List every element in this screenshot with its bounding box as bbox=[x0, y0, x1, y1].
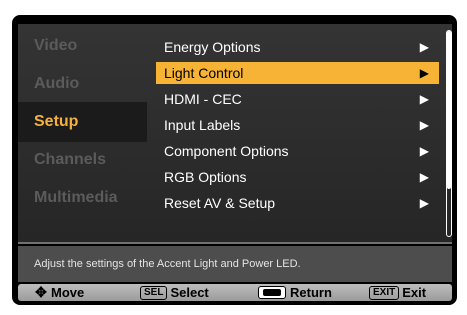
sidebar-item-label: Video bbox=[34, 37, 78, 54]
submenu-arrow-icon: ▶ bbox=[419, 40, 429, 54]
exit-label: Exit bbox=[402, 285, 427, 300]
sidebar-item-label: Setup bbox=[34, 113, 79, 130]
menu-item-label: Component Options bbox=[164, 143, 289, 159]
menu-panel: Video Audio Setup Channels Multimedia En… bbox=[18, 24, 452, 242]
legend-select: SEL Select bbox=[140, 284, 209, 301]
menu-item-label: Reset AV & Setup bbox=[164, 195, 276, 211]
legend-move: ✥ Move bbox=[34, 284, 84, 301]
menu-item-label: Input Labels bbox=[164, 117, 241, 133]
divider bbox=[18, 242, 452, 244]
submenu-arrow-icon: ▶ bbox=[419, 118, 429, 132]
category-sidebar: Video Audio Setup Channels Multimedia bbox=[18, 24, 147, 242]
move-label: Move bbox=[51, 285, 85, 300]
submenu-arrow-icon: ▶ bbox=[419, 66, 429, 80]
button-legend: ✥ Move SEL Select Return EXIT Exit bbox=[18, 284, 452, 301]
submenu-arrow-icon: ▶ bbox=[419, 92, 429, 106]
menu-item-energy-options[interactable]: Energy Options ▶ bbox=[156, 36, 439, 58]
return-key-icon bbox=[258, 286, 286, 300]
sidebar-item-label: Channels bbox=[34, 151, 107, 168]
legend-return: Return bbox=[258, 284, 332, 301]
menu-item-reset-av-setup[interactable]: Reset AV & Setup ▶ bbox=[156, 192, 439, 214]
return-label: Return bbox=[290, 285, 332, 300]
menu-item-light-control[interactable]: Light Control ▶ bbox=[156, 62, 439, 84]
dpad-arrows-icon: ✥ bbox=[35, 284, 47, 300]
help-description: Adjust the settings of the Accent Light … bbox=[18, 246, 452, 282]
sidebar-item-channels[interactable]: Channels bbox=[18, 140, 147, 180]
submenu-arrow-icon: ▶ bbox=[419, 144, 429, 158]
sidebar-item-multimedia[interactable]: Multimedia bbox=[18, 178, 147, 218]
sidebar-item-label: Multimedia bbox=[34, 189, 118, 206]
sidebar-item-audio[interactable]: Audio bbox=[18, 64, 147, 104]
select-label: Select bbox=[170, 285, 209, 300]
submenu-arrow-icon: ▶ bbox=[419, 170, 429, 184]
menu-scrollbar[interactable] bbox=[446, 30, 452, 237]
menu-item-label: RGB Options bbox=[164, 169, 247, 185]
sidebar-item-label: Audio bbox=[34, 75, 80, 92]
menu-item-label: Energy Options bbox=[164, 39, 261, 55]
menu-item-rgb-options[interactable]: RGB Options ▶ bbox=[156, 166, 439, 188]
legend-exit: EXIT Exit bbox=[369, 284, 426, 301]
scrollbar-thumb[interactable] bbox=[447, 31, 451, 189]
menu-item-component-options[interactable]: Component Options ▶ bbox=[156, 140, 439, 162]
menu-item-input-labels[interactable]: Input Labels ▶ bbox=[156, 114, 439, 136]
menu-item-hdmi-cec[interactable]: HDMI - CEC ▶ bbox=[156, 88, 439, 110]
submenu-arrow-icon: ▶ bbox=[419, 196, 429, 210]
menu-item-label: HDMI - CEC bbox=[164, 91, 242, 107]
sel-key-icon: SEL bbox=[140, 285, 168, 300]
menu-item-label: Light Control bbox=[164, 65, 244, 81]
sidebar-item-video[interactable]: Video bbox=[18, 26, 147, 66]
exit-key-icon: EXIT bbox=[369, 285, 400, 300]
sidebar-item-setup[interactable]: Setup bbox=[18, 102, 147, 142]
